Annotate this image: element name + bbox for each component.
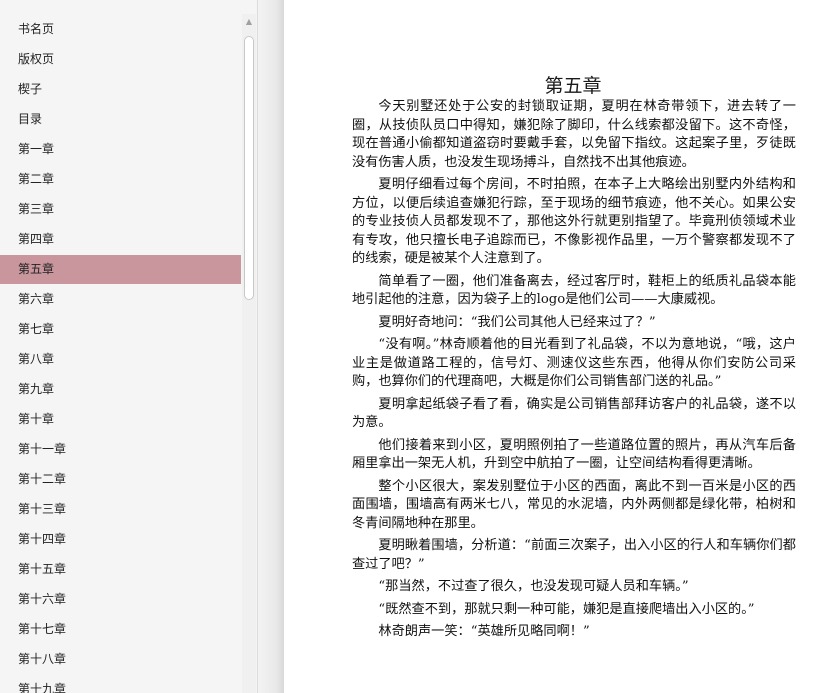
toc-item[interactable]: 第六章 bbox=[0, 285, 241, 314]
toc-item[interactable]: 第十二章 bbox=[0, 465, 241, 494]
paragraph: “那当然，不过查了很久，也没发现可疑人员和车辆。” bbox=[378, 579, 689, 594]
toc-item[interactable]: 第十八章 bbox=[0, 645, 241, 674]
scroll-up-arrow-icon[interactable]: ▲ bbox=[242, 14, 256, 30]
toc-item[interactable]: 版权页 bbox=[0, 45, 241, 74]
chapter-title: 第五章 bbox=[544, 75, 602, 97]
toc-list: 书名页 版权页 楔子 目录 第一章 第二章 第三章 第四章 第五章 第六章 第七章 第八章 第九章 第十章… bbox=[0, 15, 241, 693]
paragraph: 简单看了一圈，他们准备离去，经过客厅时，鞋柜上的纸质礼品袋本能地引起他的注意，因… bbox=[352, 273, 796, 308]
toc-item[interactable]: 目录 bbox=[0, 105, 241, 134]
toc-item[interactable]: 第七章 bbox=[0, 315, 241, 344]
paragraph: 他们接着来到小区，夏明照例拍了一些道路位置的照片，再从汽车后备厢里拿出一架无人机… bbox=[352, 437, 796, 472]
toc-item[interactable]: 第十章 bbox=[0, 405, 241, 434]
paragraph: “既然查不到，那就只剩一种可能，嫌犯是直接爬墙出入小区的。” bbox=[378, 601, 755, 617]
toc-item[interactable]: 第十五章 bbox=[0, 555, 241, 584]
toc-item[interactable]: 第十一章 bbox=[0, 435, 241, 464]
toc-item[interactable]: 第五章 bbox=[0, 255, 241, 284]
toc-scrollbar[interactable]: ▲ bbox=[242, 14, 256, 693]
toc-item[interactable]: 第十九章 bbox=[0, 675, 241, 693]
toc-item[interactable]: 第八章 bbox=[0, 345, 241, 374]
toc-item[interactable]: 第十四章 bbox=[0, 525, 241, 554]
paragraph: 林奇朗声一笑：“英雄所见略同啊！” bbox=[378, 624, 590, 639]
toc-item[interactable]: 书名页 bbox=[0, 15, 241, 44]
page-gutter bbox=[258, 0, 284, 693]
toc-item[interactable]: 第十七章 bbox=[0, 615, 241, 644]
ebook-reader: 书名页 版权页 楔子 目录 第一章 第二章 第三章 第四章 第五章 第六章 第七章 第八章 第九章 第十章… bbox=[0, 0, 814, 693]
toc-item[interactable]: 第二章 bbox=[0, 165, 241, 194]
toc-item[interactable]: 第一章 bbox=[0, 135, 241, 164]
toc-sidebar: 书名页 版权页 楔子 目录 第一章 第二章 第三章 第四章 第五章 第六章 第七章 第八章 第九章 第十章… bbox=[0, 0, 258, 693]
toc-item[interactable]: 第九章 bbox=[0, 375, 241, 404]
toc-item[interactable]: 第十六章 bbox=[0, 585, 241, 614]
paragraph: 夏明好奇地问：“我们公司其他人已经来过了？” bbox=[378, 314, 656, 330]
paragraph: 夏明仔细看过每个房间，不时拍照，在本子上大略绘出别墅内外结构和方位，以便后续追查… bbox=[352, 177, 796, 266]
reading-page: 第五章 今天别墅还处于公安的封锁取证期，夏明在林奇带领下，进去转了一圈，从技侦队… bbox=[284, 0, 814, 693]
paragraph: 夏明拿起纸袋子看了看，确实是公司销售部拜访客户的礼品袋，遂不以为意。 bbox=[352, 396, 796, 431]
scrollbar-thumb[interactable] bbox=[244, 36, 254, 300]
paragraph: 今天别墅还处于公安的封锁取证期，夏明在林奇带领下，进去转了一圈，从技侦队员口中得… bbox=[352, 99, 796, 170]
toc-item[interactable]: 第十三章 bbox=[0, 495, 241, 524]
chapter-content: 今天别墅还处于公安的封锁取证期，夏明在林奇带领下，进去转了一圈，从技侦队员口中得… bbox=[352, 98, 796, 646]
paragraph: “没有啊。”林奇顺着他的目光看到了礼品袋，不以为意地说，“哦，这户业主是做道路工… bbox=[352, 337, 796, 389]
toc-item[interactable]: 楔子 bbox=[0, 75, 241, 104]
toc-item[interactable]: 第三章 bbox=[0, 195, 241, 224]
toc-item[interactable]: 第四章 bbox=[0, 225, 241, 254]
paragraph: 整个小区很大，案发别墅位于小区的西面，离此不到一百米是小区的西面围墙，围墙高有两… bbox=[352, 478, 796, 531]
paragraph: 夏明瞅着围墙，分析道：“前面三次案子，出入小区的行人和车辆你们都查过了吧？” bbox=[352, 538, 796, 572]
